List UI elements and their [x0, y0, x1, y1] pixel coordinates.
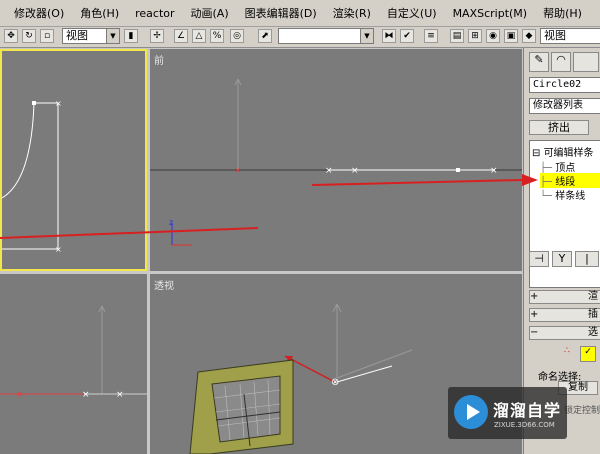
- collapse-icon: −: [530, 327, 539, 338]
- angle-snap-icon[interactable]: △: [192, 29, 206, 43]
- rollout-interpolation[interactable]: + 插: [529, 308, 600, 322]
- menu-rendering[interactable]: 渲染(R): [325, 5, 379, 21]
- svg-text:×: ×: [351, 166, 359, 176]
- move-icon[interactable]: ✥: [4, 29, 18, 43]
- bottom-left-canvas: × × ×: [0, 305, 147, 400]
- chevron-down-icon: ▼: [360, 29, 373, 43]
- rollout-selection-label: 选: [588, 327, 598, 338]
- align-icon[interactable]: ✔: [400, 29, 414, 43]
- menu-animation[interactable]: 动画(A): [183, 5, 237, 21]
- create-tab-icon[interactable]: ✎: [529, 52, 549, 72]
- axis-z-label: z: [169, 218, 173, 227]
- spinner-snap-icon[interactable]: ◎: [230, 29, 244, 43]
- hierarchy-tab-icon[interactable]: [573, 52, 599, 72]
- svg-text:×: ×: [490, 166, 498, 176]
- menu-customize[interactable]: 自定义(U): [379, 5, 445, 21]
- svg-text:×: ×: [82, 390, 90, 400]
- stack-item-vertex[interactable]: ├─ 顶点: [540, 159, 575, 174]
- render-setup-icon[interactable]: ▣: [504, 29, 518, 43]
- object-name-value: Circle02: [533, 79, 582, 90]
- svg-text:×: ×: [234, 166, 242, 176]
- svg-text:×: ×: [55, 99, 62, 108]
- schematic-view-icon[interactable]: ⊞: [468, 29, 482, 43]
- stack-item-spline[interactable]: └─ 样条线: [540, 187, 585, 202]
- stack-root-label: 可编辑样条: [543, 148, 594, 159]
- make-unique-icon[interactable]: |: [575, 251, 599, 267]
- vertex-level-icon[interactable]: ∴: [564, 346, 570, 356]
- object-name-field[interactable]: Circle02: [529, 77, 600, 93]
- rotate-icon[interactable]: ↻: [22, 29, 36, 43]
- curve-editor-icon[interactable]: ▤: [450, 29, 464, 43]
- menu-maxscript[interactable]: MAXScript(M): [445, 7, 536, 20]
- rollout-selection[interactable]: − 选: [529, 326, 600, 340]
- svg-text:×: ×: [116, 390, 124, 400]
- svg-text:×: ×: [16, 390, 24, 400]
- mirror-icon[interactable]: ⧓: [382, 29, 396, 43]
- stack-root-item[interactable]: ⊟ 可编辑样条: [532, 144, 594, 159]
- watermark: 溜溜自学 ZIXUE.3D66.COM: [448, 387, 567, 439]
- viewport-bottom-left[interactable]: × × ×: [0, 274, 147, 454]
- stack-item-segment[interactable]: ├─ 线段: [540, 173, 600, 188]
- collapse-icon: ⊟: [532, 148, 544, 159]
- menu-help[interactable]: 帮助(H): [535, 5, 590, 21]
- menu-modifiers[interactable]: 修改器(O): [0, 5, 72, 21]
- menu-reactor[interactable]: reactor: [127, 7, 182, 20]
- viewport-front[interactable]: 前 × × × × z: [150, 49, 522, 271]
- expand-icon: +: [530, 291, 539, 302]
- tree-line-icon: └─: [540, 191, 556, 202]
- rollout-rendering-label: 渲: [588, 291, 598, 302]
- viewport-top-left[interactable]: × ×: [0, 49, 147, 271]
- segment-level-icon[interactable]: ✓: [580, 346, 596, 362]
- stack-item-spline-label: 样条线: [555, 191, 586, 202]
- scale-icon[interactable]: ▫: [40, 29, 54, 43]
- pin-stack-icon[interactable]: ⊣: [529, 251, 549, 267]
- render-view-value: 视图: [544, 29, 566, 42]
- menu-bar: 修改器(O) 角色(H) reactor 动画(A) 图表编辑器(D) 渲染(R…: [0, 0, 600, 27]
- selection-level-icons: ∴ ✓: [564, 346, 596, 362]
- svg-text:×: ×: [55, 245, 62, 254]
- watermark-url: ZIXUE.3D66.COM: [494, 421, 555, 429]
- expand-icon: +: [530, 309, 539, 320]
- material-editor-icon[interactable]: ◉: [486, 29, 500, 43]
- modify-tab-icon[interactable]: ◠: [551, 52, 571, 72]
- render-view-select[interactable]: 视图: [540, 28, 600, 44]
- select-manipulate-icon[interactable]: ✢: [150, 29, 164, 43]
- modifier-list-value: 修改器列表: [533, 100, 583, 111]
- named-selection-icon[interactable]: ⬈: [258, 29, 272, 43]
- layer-manager-icon[interactable]: ≡: [424, 29, 438, 43]
- watermark-title: 溜溜自学: [493, 401, 562, 420]
- lock-handles-label: 锁定控制: [564, 406, 600, 416]
- svg-text:×: ×: [325, 166, 333, 176]
- chevron-down-icon: ▼: [106, 29, 119, 43]
- front-viewport-canvas: × × × × z: [150, 78, 522, 246]
- rollout-interpolation-label: 插: [588, 309, 598, 320]
- percent-snap-icon[interactable]: %: [210, 29, 224, 43]
- quick-render-icon[interactable]: ◆: [522, 29, 536, 43]
- menu-graph-editors[interactable]: 图表编辑器(D): [237, 5, 325, 21]
- main-toolbar: ✥ ↻ ▫ 视图 ▼ ▮ ✢ ∠ △ % ◎ ⬈ ▼ ⧓ ✔ ≡ ▤ ⊞ ◉ ▣…: [0, 27, 600, 48]
- snap-toggle-icon[interactable]: ∠: [174, 29, 188, 43]
- modifier-list-select[interactable]: 修改器列表: [529, 98, 600, 114]
- svg-text:⊗: ⊗: [331, 377, 339, 388]
- rollout-rendering[interactable]: + 渲: [529, 290, 600, 304]
- reference-coord-value: 视图: [66, 29, 88, 42]
- extrude-button[interactable]: 挤出: [529, 120, 589, 135]
- reference-coord-select[interactable]: 视图 ▼: [62, 28, 120, 44]
- named-selection-select[interactable]: ▼: [278, 28, 374, 44]
- extrude-button-label: 挤出: [548, 121, 570, 134]
- top-left-spline: × ×: [2, 99, 62, 254]
- pivot-icon[interactable]: ▮: [124, 29, 138, 43]
- copy-button-label: 复制: [568, 382, 588, 393]
- play-logo-icon: [454, 395, 488, 429]
- show-end-result-icon[interactable]: Y: [552, 251, 572, 267]
- menu-character[interactable]: 角色(H): [72, 5, 127, 21]
